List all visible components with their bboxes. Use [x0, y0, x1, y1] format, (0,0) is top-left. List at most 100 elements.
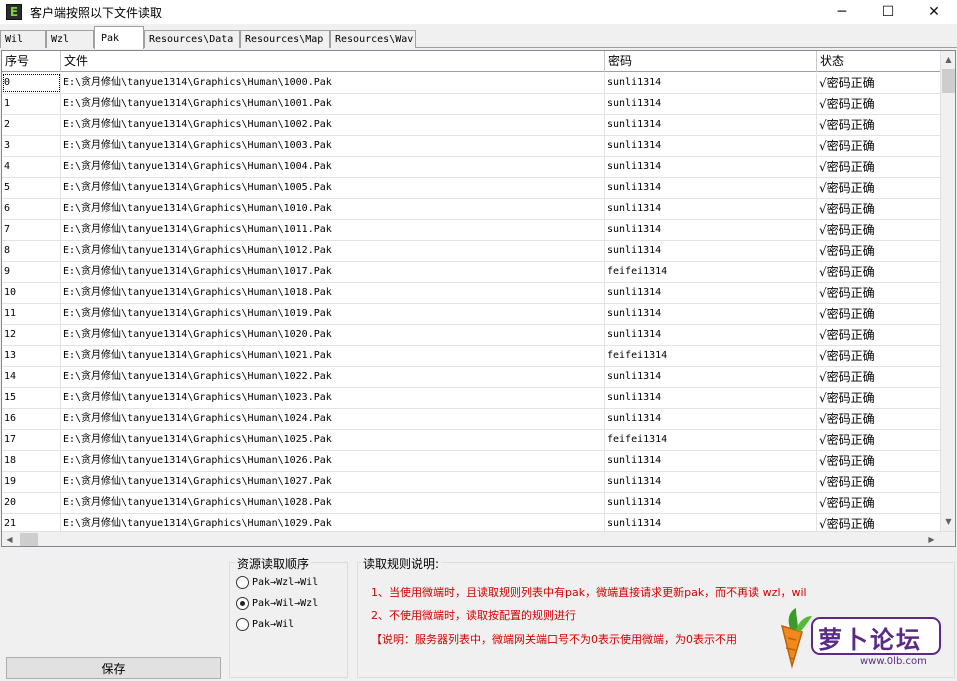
table-row[interactable]: 11 E:\贪月修仙\tanyue1314\Graphics\Human\1019…	[2, 304, 942, 325]
cell-file[interactable]: E:\贪月修仙\tanyue1314\Graphics\Human\1017.P…	[61, 262, 605, 282]
table-row[interactable]: 15 E:\贪月修仙\tanyue1314\Graphics\Human\1023…	[2, 388, 942, 409]
cell-index[interactable]: 10	[2, 283, 61, 303]
cell-index[interactable]: 17	[2, 430, 61, 450]
cell-password[interactable]: feifei1314	[605, 430, 817, 450]
scroll-right-icon[interactable]: ▶	[924, 532, 939, 546]
order-option-pak-wil[interactable]: Pak→Wil	[236, 616, 294, 632]
tab-pak[interactable]: Pak	[94, 26, 144, 49]
cell-file[interactable]: E:\贪月修仙\tanyue1314\Graphics\Human\1011.P…	[61, 220, 605, 240]
tab-wil[interactable]: Wil	[0, 30, 46, 48]
cell-status[interactable]: √密码正确	[817, 514, 942, 531]
cell-index[interactable]: 3	[2, 136, 61, 156]
cell-file[interactable]: E:\贪月修仙\tanyue1314\Graphics\Human\1025.P…	[61, 430, 605, 450]
cell-index[interactable]: 0	[2, 73, 61, 93]
cell-status[interactable]: √密码正确	[817, 283, 942, 303]
cell-status[interactable]: √密码正确	[817, 409, 942, 429]
cell-password[interactable]: sunli1314	[605, 73, 817, 93]
cell-status[interactable]: √密码正确	[817, 220, 942, 240]
cell-file[interactable]: E:\贪月修仙\tanyue1314\Graphics\Human\1024.P…	[61, 409, 605, 429]
cell-password[interactable]: sunli1314	[605, 409, 817, 429]
cell-status[interactable]: √密码正确	[817, 73, 942, 93]
cell-file[interactable]: E:\贪月修仙\tanyue1314\Graphics\Human\1029.P…	[61, 514, 605, 531]
cell-password[interactable]: sunli1314	[605, 451, 817, 471]
scroll-up-icon[interactable]: ▲	[941, 51, 955, 67]
cell-password[interactable]: feifei1314	[605, 346, 817, 366]
cell-file[interactable]: E:\贪月修仙\tanyue1314\Graphics\Human\1018.P…	[61, 283, 605, 303]
cell-status[interactable]: √密码正确	[817, 136, 942, 156]
cell-password[interactable]: sunli1314	[605, 157, 817, 177]
table-row[interactable]: 12 E:\贪月修仙\tanyue1314\Graphics\Human\1020…	[2, 325, 942, 346]
tab-resources-wav[interactable]: Resources\Wav	[330, 30, 416, 48]
cell-password[interactable]: sunli1314	[605, 325, 817, 345]
column-header-index[interactable]: 序号	[2, 51, 61, 72]
column-header-password[interactable]: 密码	[605, 51, 817, 72]
cell-file[interactable]: E:\贪月修仙\tanyue1314\Graphics\Human\1010.P…	[61, 199, 605, 219]
tab-resources-map[interactable]: Resources\Map	[240, 30, 330, 48]
table-row[interactable]: 21 E:\贪月修仙\tanyue1314\Graphics\Human\1029…	[2, 514, 942, 531]
column-header-file[interactable]: 文件	[61, 51, 605, 72]
cell-password[interactable]: sunli1314	[605, 136, 817, 156]
cell-status[interactable]: √密码正确	[817, 199, 942, 219]
cell-status[interactable]: √密码正确	[817, 115, 942, 135]
cell-password[interactable]: sunli1314	[605, 283, 817, 303]
scroll-down-icon[interactable]: ▼	[941, 513, 955, 529]
tab-resources-data[interactable]: Resources\Data	[144, 30, 240, 48]
cell-status[interactable]: √密码正确	[817, 178, 942, 198]
cell-index[interactable]: 7	[2, 220, 61, 240]
cell-file[interactable]: E:\贪月修仙\tanyue1314\Graphics\Human\1020.P…	[61, 325, 605, 345]
table-row[interactable]: 13 E:\贪月修仙\tanyue1314\Graphics\Human\1021…	[2, 346, 942, 367]
cell-index[interactable]: 20	[2, 493, 61, 513]
horizontal-scroll-thumb[interactable]	[20, 533, 38, 546]
cell-status[interactable]: √密码正确	[817, 367, 942, 387]
table-row[interactable]: 6 E:\贪月修仙\tanyue1314\Graphics\Human\1010.…	[2, 199, 942, 220]
cell-password[interactable]: sunli1314	[605, 367, 817, 387]
cell-file[interactable]: E:\贪月修仙\tanyue1314\Graphics\Human\1023.P…	[61, 388, 605, 408]
table-row[interactable]: 10 E:\贪月修仙\tanyue1314\Graphics\Human\1018…	[2, 283, 942, 304]
cell-index[interactable]: 11	[2, 304, 61, 324]
cell-file[interactable]: E:\贪月修仙\tanyue1314\Graphics\Human\1000.P…	[61, 73, 605, 93]
cell-status[interactable]: √密码正确	[817, 451, 942, 471]
cell-status[interactable]: √密码正确	[817, 493, 942, 513]
cell-file[interactable]: E:\贪月修仙\tanyue1314\Graphics\Human\1026.P…	[61, 451, 605, 471]
cell-index[interactable]: 15	[2, 388, 61, 408]
vertical-scrollbar[interactable]: ▲ ▼	[940, 51, 955, 531]
table-row[interactable]: 0 E:\贪月修仙\tanyue1314\Graphics\Human\1000.…	[2, 73, 942, 94]
cell-index[interactable]: 4	[2, 157, 61, 177]
cell-status[interactable]: √密码正确	[817, 241, 942, 261]
table-row[interactable]: 1 E:\贪月修仙\tanyue1314\Graphics\Human\1001.…	[2, 94, 942, 115]
cell-file[interactable]: E:\贪月修仙\tanyue1314\Graphics\Human\1005.P…	[61, 178, 605, 198]
cell-password[interactable]: sunli1314	[605, 94, 817, 114]
table-row[interactable]: 7 E:\贪月修仙\tanyue1314\Graphics\Human\1011.…	[2, 220, 942, 241]
cell-file[interactable]: E:\贪月修仙\tanyue1314\Graphics\Human\1004.P…	[61, 157, 605, 177]
cell-status[interactable]: √密码正确	[817, 430, 942, 450]
cell-password[interactable]: sunli1314	[605, 199, 817, 219]
cell-password[interactable]: sunli1314	[605, 241, 817, 261]
cell-password[interactable]: sunli1314	[605, 115, 817, 135]
cell-file[interactable]: E:\贪月修仙\tanyue1314\Graphics\Human\1027.P…	[61, 472, 605, 492]
cell-status[interactable]: √密码正确	[817, 262, 942, 282]
radio-icon[interactable]	[236, 575, 249, 589]
table-row[interactable]: 3 E:\贪月修仙\tanyue1314\Graphics\Human\1003.…	[2, 136, 942, 157]
cell-status[interactable]: √密码正确	[817, 325, 942, 345]
cell-index[interactable]: 1	[2, 94, 61, 114]
cell-file[interactable]: E:\贪月修仙\tanyue1314\Graphics\Human\1021.P…	[61, 346, 605, 366]
cell-index[interactable]: 5	[2, 178, 61, 198]
cell-password[interactable]: sunli1314	[605, 304, 817, 324]
table-row[interactable]: 2 E:\贪月修仙\tanyue1314\Graphics\Human\1002.…	[2, 115, 942, 136]
file-grid[interactable]: 序号 文件 密码 状态 0 E:\贪月修仙\tanyue1314\Graphics…	[1, 50, 956, 547]
table-row[interactable]: 16 E:\贪月修仙\tanyue1314\Graphics\Human\1024…	[2, 409, 942, 430]
cell-password[interactable]: sunli1314	[605, 514, 817, 531]
table-row[interactable]: 14 E:\贪月修仙\tanyue1314\Graphics\Human\1022…	[2, 367, 942, 388]
save-button[interactable]: 保存	[6, 657, 221, 679]
cell-file[interactable]: E:\贪月修仙\tanyue1314\Graphics\Human\1012.P…	[61, 241, 605, 261]
cell-index[interactable]: 14	[2, 367, 61, 387]
minimize-button[interactable]: ─	[819, 0, 865, 24]
cell-status[interactable]: √密码正确	[817, 304, 942, 324]
cell-password[interactable]: sunli1314	[605, 472, 817, 492]
cell-index[interactable]: 21	[2, 514, 61, 531]
table-row[interactable]: 8 E:\贪月修仙\tanyue1314\Graphics\Human\1012.…	[2, 241, 942, 262]
order-option-pak-wil-wzl[interactable]: Pak→Wil→Wzl	[236, 595, 318, 611]
close-button[interactable]: ✕	[911, 0, 957, 24]
column-header-status[interactable]: 状态	[817, 51, 942, 72]
table-row[interactable]: 9 E:\贪月修仙\tanyue1314\Graphics\Human\1017.…	[2, 262, 942, 283]
